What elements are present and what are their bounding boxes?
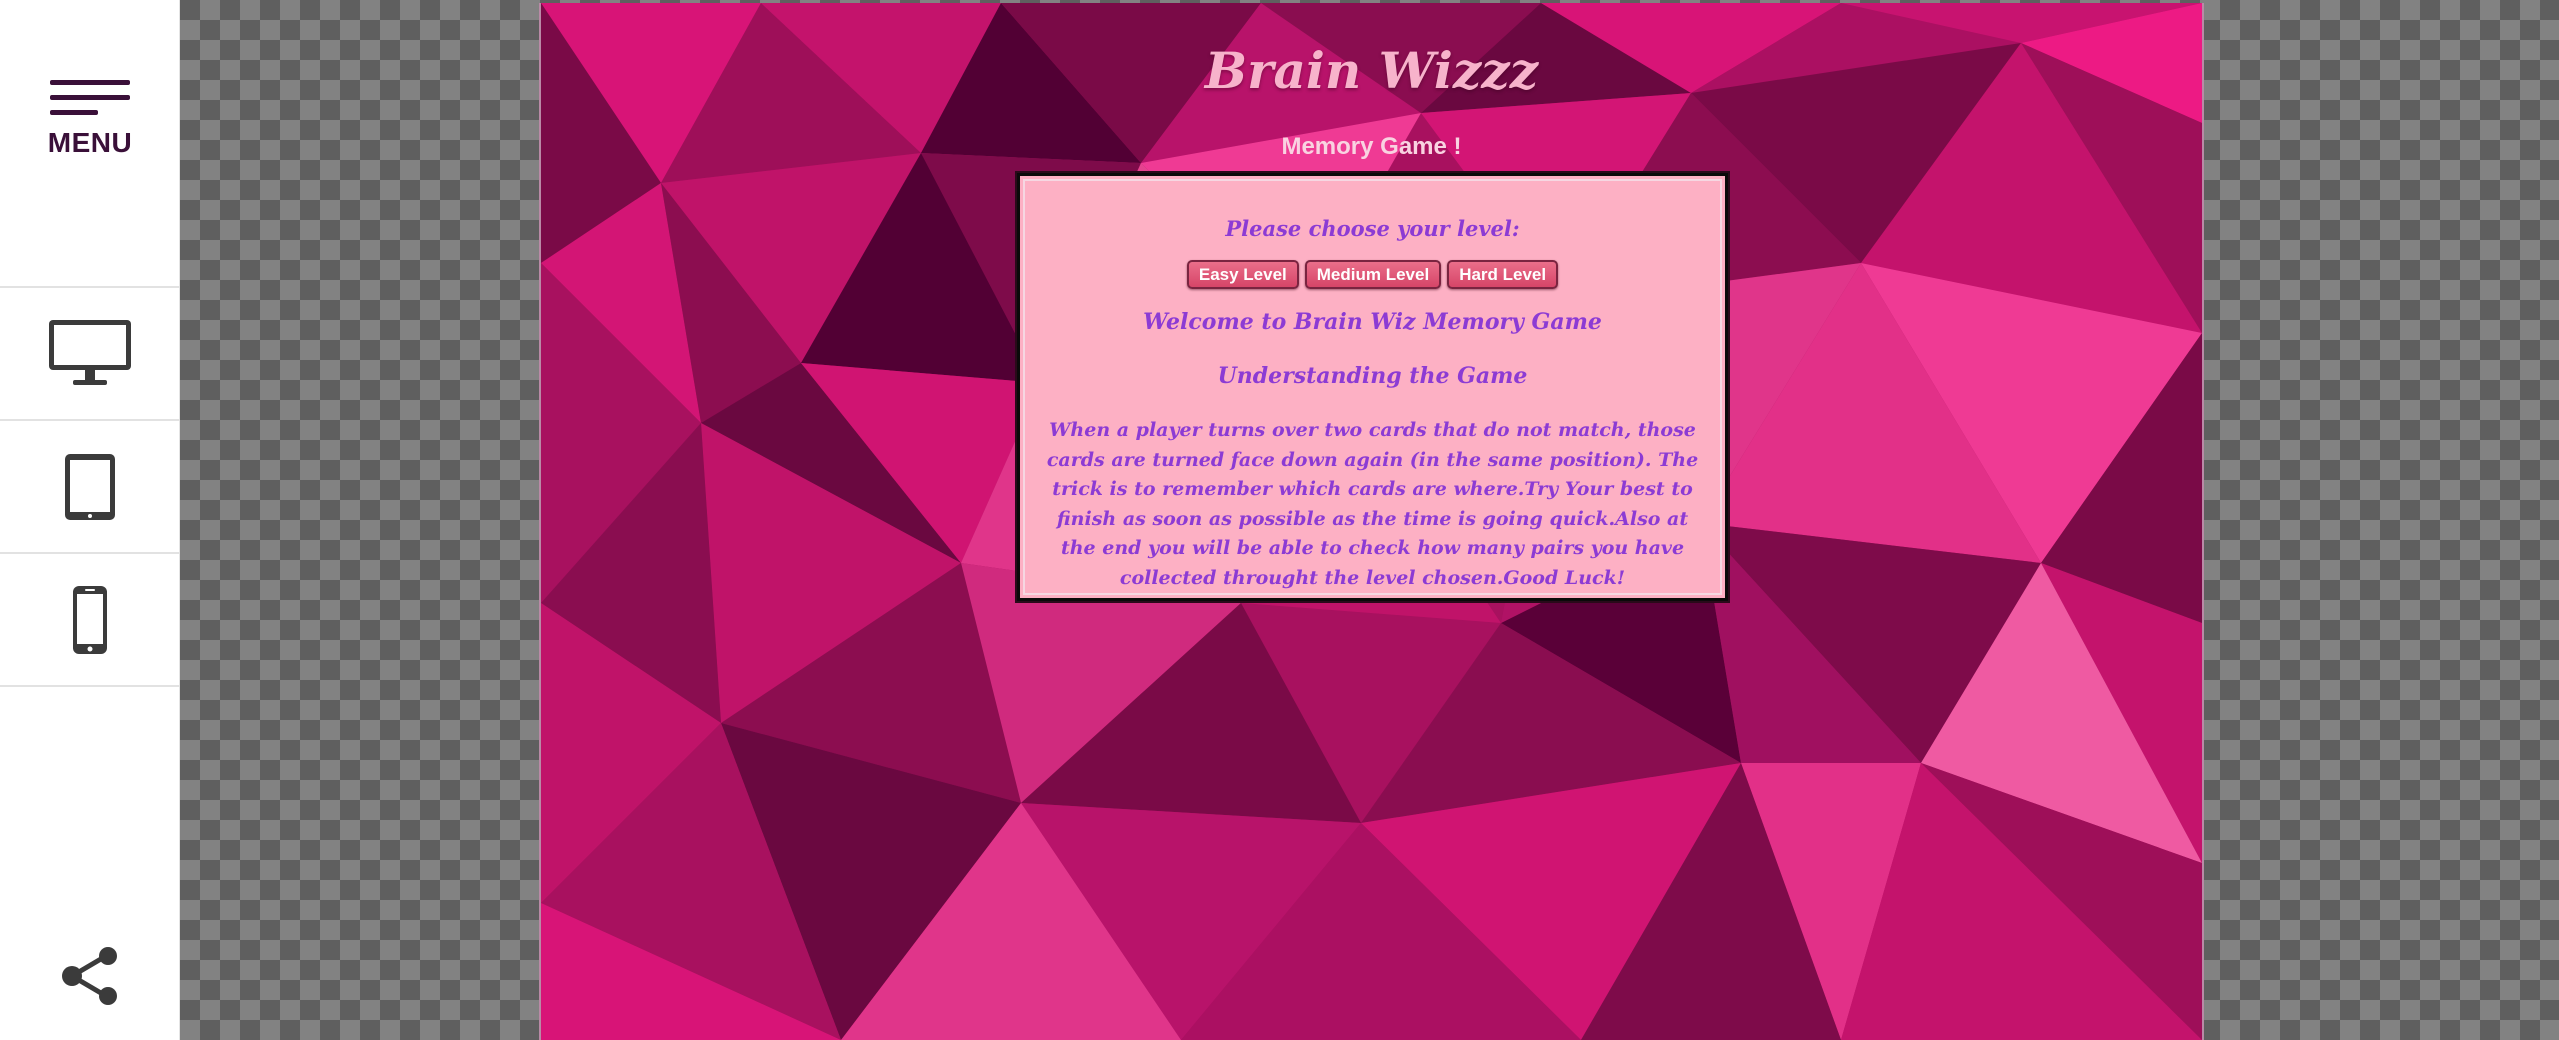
desktop-view-button[interactable] [0,286,180,419]
welcome-heading: Welcome to Brain Wiz Memory Game [1143,309,1602,335]
menu-button[interactable]: MENU [0,60,180,190]
level-prompt: Please choose your level: [1225,216,1520,241]
medium-level-button[interactable]: Medium Level [1304,260,1442,289]
share-button[interactable] [58,946,122,1006]
share-icon [62,947,117,1005]
desktop-icon [49,319,131,385]
device-preview-list [0,286,180,687]
rules-paragraph: When a player turns over two cards that … [1046,419,1699,589]
site-preview: Brain Wizzz Memory Game ! Please choose … [539,3,2204,1040]
game-subtitle: Memory Game ! [1281,133,1462,160]
hard-level-button[interactable]: Hard Level [1447,260,1559,289]
level-buttons: Easy Level Medium Level Hard Level [1020,260,1725,289]
instructions-panel: Please choose your level: Easy Level Med… [1017,173,1728,601]
game-title: Brain Wizzz [1204,41,1539,100]
mobile-icon [73,585,107,654]
menu-label: MENU [47,127,133,158]
hamburger-icon [50,80,130,125]
mobile-view-button[interactable] [0,552,180,687]
tablet-icon [65,453,115,520]
editor-sidebar: MENU [0,0,180,1040]
tablet-view-button[interactable] [0,419,180,552]
understanding-heading: Understanding the Game [1217,363,1528,389]
easy-level-button[interactable]: Easy Level [1186,260,1299,289]
